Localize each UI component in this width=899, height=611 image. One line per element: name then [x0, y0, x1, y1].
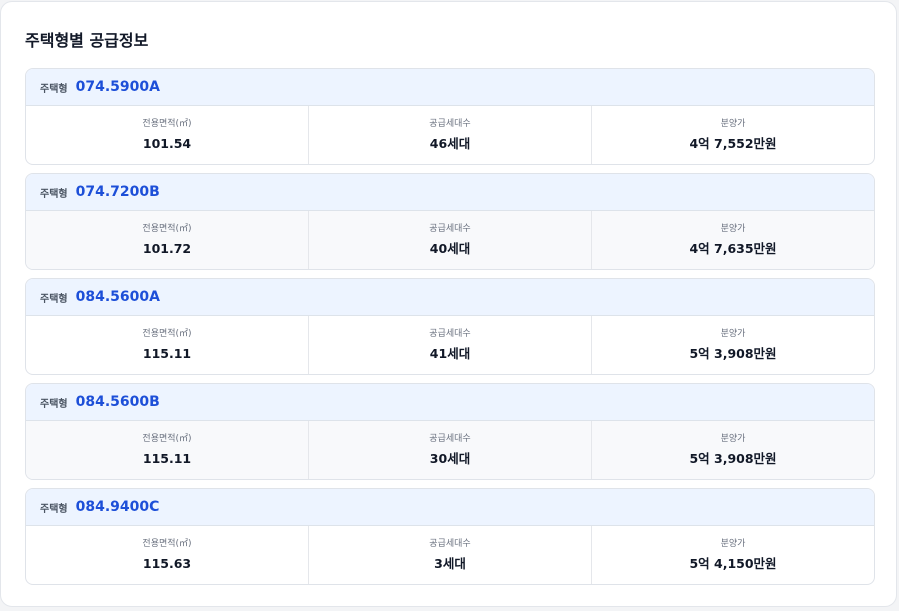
- households-value: 41세대: [429, 346, 471, 361]
- price-cell: 분양가 5억 3,908만원: [592, 421, 874, 479]
- area-label: 전용면적(㎡): [142, 119, 192, 129]
- area-value: 115.63: [142, 556, 192, 571]
- unit-type-card: 주택형 084.9400C 전용면적(㎡) 115.63 공급세대수 3세대 분…: [25, 488, 875, 585]
- unit-type-list: 주택형 074.5900A 전용면적(㎡) 101.54 공급세대수 46세대 …: [25, 68, 875, 593]
- unit-type-card: 주택형 084.5600A 전용면적(㎡) 115.11 공급세대수 41세대 …: [25, 278, 875, 375]
- price-value: 5억 3,908만원: [689, 451, 777, 466]
- area-label: 전용면적(㎡): [142, 224, 192, 234]
- price-value: 4억 7,635만원: [689, 241, 777, 256]
- unit-type-label: 주택형: [40, 293, 68, 305]
- price-value: 5억 3,908만원: [689, 346, 777, 361]
- price-label: 분양가: [720, 434, 746, 444]
- unit-type-card: 주택형 074.7200B 전용면적(㎡) 101.72 공급세대수 40세대 …: [25, 173, 875, 270]
- households-label: 공급세대수: [429, 539, 471, 549]
- area-label: 전용면적(㎡): [142, 539, 192, 549]
- unit-type-code: 084.9400C: [75, 499, 160, 515]
- unit-type-details: 전용면적(㎡) 115.11 공급세대수 41세대 분양가 5억 3,908만원: [26, 316, 874, 374]
- area-label: 전용면적(㎡): [142, 434, 192, 444]
- households-value: 30세대: [429, 451, 471, 466]
- area-cell: 전용면적(㎡) 101.54: [26, 106, 309, 164]
- households-cell: 공급세대수 3세대: [309, 526, 592, 584]
- unit-type-code: 084.5600B: [75, 394, 160, 410]
- unit-type-details: 전용면적(㎡) 101.72 공급세대수 40세대 분양가 4억 7,635만원: [26, 211, 874, 269]
- households-value: 46세대: [429, 136, 471, 151]
- unit-type-label: 주택형: [40, 83, 68, 95]
- unit-type-label: 주택형: [40, 398, 68, 410]
- households-cell: 공급세대수 30세대: [309, 421, 592, 479]
- unit-type-code: 074.7200B: [75, 184, 160, 200]
- area-value: 115.11: [142, 451, 192, 466]
- households-cell: 공급세대수 41세대: [309, 316, 592, 374]
- households-value: 3세대: [434, 556, 466, 571]
- area-cell: 전용면적(㎡) 115.11: [26, 421, 309, 479]
- area-value: 101.54: [142, 136, 192, 151]
- households-label: 공급세대수: [429, 434, 471, 444]
- price-cell: 분양가 4억 7,635만원: [592, 211, 874, 269]
- price-cell: 분양가 5억 4,150만원: [592, 526, 874, 584]
- unit-type-header: 주택형 084.9400C: [26, 489, 874, 526]
- unit-type-details: 전용면적(㎡) 101.54 공급세대수 46세대 분양가 4억 7,552만원: [26, 106, 874, 164]
- unit-type-header: 주택형 074.7200B: [26, 174, 874, 211]
- unit-type-header: 주택형 084.5600A: [26, 279, 874, 316]
- unit-type-header: 주택형 074.5900A: [26, 69, 874, 106]
- area-value: 115.11: [142, 346, 192, 361]
- unit-type-label: 주택형: [40, 188, 68, 200]
- unit-type-code: 084.5600A: [75, 289, 160, 305]
- households-label: 공급세대수: [429, 329, 471, 339]
- unit-type-details: 전용면적(㎡) 115.11 공급세대수 30세대 분양가 5억 3,908만원: [26, 421, 874, 479]
- households-label: 공급세대수: [429, 224, 471, 234]
- area-label: 전용면적(㎡): [142, 329, 192, 339]
- area-value: 101.72: [142, 241, 192, 256]
- price-label: 분양가: [720, 119, 746, 129]
- area-cell: 전용면적(㎡) 115.63: [26, 526, 309, 584]
- area-cell: 전용면적(㎡) 115.11: [26, 316, 309, 374]
- households-label: 공급세대수: [429, 119, 471, 129]
- price-value: 4억 7,552만원: [689, 136, 777, 151]
- households-cell: 공급세대수 46세대: [309, 106, 592, 164]
- households-cell: 공급세대수 40세대: [309, 211, 592, 269]
- housing-type-supply-panel: 주택형별 공급정보 주택형 074.5900A 전용면적(㎡) 101.54 공…: [0, 1, 897, 607]
- price-label: 분양가: [720, 329, 746, 339]
- unit-type-card: 주택형 074.5900A 전용면적(㎡) 101.54 공급세대수 46세대 …: [25, 68, 875, 165]
- price-cell: 분양가 5억 3,908만원: [592, 316, 874, 374]
- price-value: 5억 4,150만원: [689, 556, 777, 571]
- unit-type-header: 주택형 084.5600B: [26, 384, 874, 421]
- unit-type-label: 주택형: [40, 503, 68, 515]
- area-cell: 전용면적(㎡) 101.72: [26, 211, 309, 269]
- price-cell: 분양가 4억 7,552만원: [592, 106, 874, 164]
- price-label: 분양가: [720, 539, 746, 549]
- price-label: 분양가: [720, 224, 746, 234]
- households-value: 40세대: [429, 241, 471, 256]
- section-title: 주택형별 공급정보: [25, 31, 149, 50]
- unit-type-details: 전용면적(㎡) 115.63 공급세대수 3세대 분양가 5억 4,150만원: [26, 526, 874, 584]
- unit-type-code: 074.5900A: [75, 79, 160, 95]
- unit-type-card: 주택형 084.5600B 전용면적(㎡) 115.11 공급세대수 30세대 …: [25, 383, 875, 480]
